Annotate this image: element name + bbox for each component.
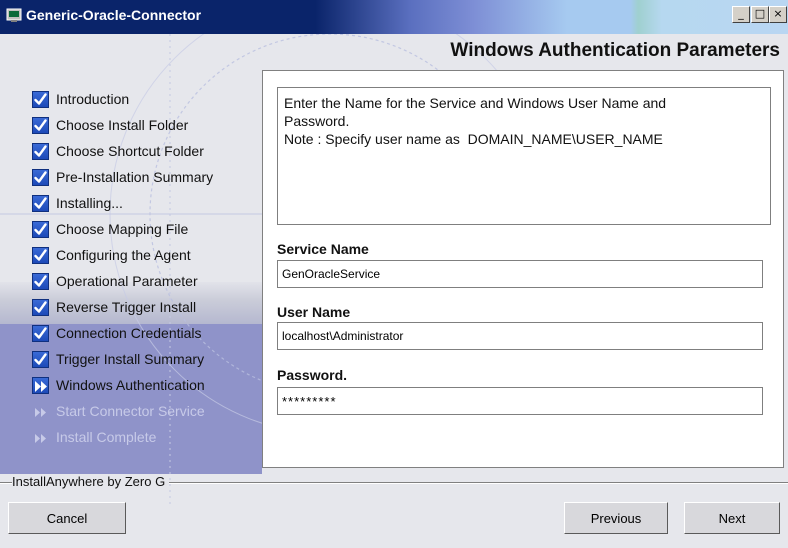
step-label: Configuring the Agent xyxy=(56,247,191,263)
checkmark-icon xyxy=(32,246,49,264)
window-title: Generic-Oracle-Connector xyxy=(26,7,202,23)
page-title: Windows Authentication Parameters xyxy=(450,40,780,61)
step-item: Trigger Install Summary xyxy=(32,346,213,372)
checkmark-icon xyxy=(32,324,49,342)
step-item: Choose Install Folder xyxy=(32,112,213,138)
password-label: Password. xyxy=(277,367,348,383)
step-label: Trigger Install Summary xyxy=(56,351,205,367)
checkmark-icon xyxy=(32,168,49,186)
close-icon: × xyxy=(773,7,783,20)
step-item: Reverse Trigger Install xyxy=(32,294,213,320)
password-input[interactable] xyxy=(277,387,763,415)
user-name-input[interactable] xyxy=(277,322,763,350)
service-name-label: Service Name xyxy=(277,241,369,257)
close-button[interactable]: × xyxy=(769,6,787,23)
title-bar: Generic-Oracle-Connector _ □ × xyxy=(0,0,788,34)
service-name-input[interactable] xyxy=(277,260,763,288)
step-label: Operational Parameter xyxy=(56,273,198,289)
checkmark-icon xyxy=(32,116,49,134)
fast-forward-icon xyxy=(32,429,49,446)
previous-button[interactable]: Previous xyxy=(564,502,668,534)
fast-forward-icon xyxy=(32,403,49,420)
cancel-button[interactable]: Cancel xyxy=(8,502,126,534)
step-label: Choose Install Folder xyxy=(56,117,189,133)
content-panel: Enter the Name for the Service and Windo… xyxy=(262,70,784,468)
step-label: Pre-Installation Summary xyxy=(56,169,214,185)
maximize-button[interactable]: □ xyxy=(751,6,769,23)
checkmark-icon xyxy=(32,142,49,160)
step-item: Choose Mapping File xyxy=(32,216,213,242)
minimize-button[interactable]: _ xyxy=(732,6,750,23)
step-item: Configuring the Agent xyxy=(32,242,213,268)
instructions-box: Enter the Name for the Service and Windo… xyxy=(277,87,771,225)
instructions-line: Password. xyxy=(284,113,350,129)
step-label: Windows Authentication xyxy=(56,377,205,393)
step-label: Start Connector Service xyxy=(56,403,205,419)
user-name-label: User Name xyxy=(277,304,351,320)
checkmark-icon xyxy=(32,220,49,238)
install-steps-list: Introduction Choose Install Folder Choose … xyxy=(32,86,213,450)
app-icon xyxy=(6,8,22,22)
step-item: Installing... xyxy=(32,190,213,216)
checkmark-icon xyxy=(32,272,49,290)
step-label: Install Complete xyxy=(56,429,157,445)
instructions-line: Note : Specify user name as DOMAIN_NAME\… xyxy=(284,131,663,147)
step-item: Choose Shortcut Folder xyxy=(32,138,213,164)
step-item: Install Complete xyxy=(32,424,213,450)
step-label: Reverse Trigger Install xyxy=(56,299,197,315)
checkmark-icon xyxy=(32,350,49,368)
step-label: Introduction xyxy=(56,91,130,107)
checkmark-icon xyxy=(32,194,49,212)
next-button[interactable]: Next xyxy=(684,502,780,534)
step-item: Connection Credentials xyxy=(32,320,213,346)
instructions-line: Enter the Name for the Service and Windo… xyxy=(284,95,667,111)
step-item: Start Connector Service xyxy=(32,398,213,424)
step-item: Introduction xyxy=(32,86,213,112)
checkmark-icon xyxy=(32,298,49,316)
minimize-icon: _ xyxy=(738,7,744,20)
maximize-icon: □ xyxy=(754,7,766,20)
step-item: Pre-Installation Summary xyxy=(32,164,213,190)
brand-label: InstallAnywhere by Zero G xyxy=(12,474,170,489)
step-item: Operational Parameter xyxy=(32,268,213,294)
step-label: Installing... xyxy=(56,195,123,211)
step-label: Choose Shortcut Folder xyxy=(56,143,204,159)
checkmark-icon xyxy=(32,90,49,108)
fast-forward-icon xyxy=(32,376,49,394)
step-item: Windows Authentication xyxy=(32,372,213,398)
step-label: Choose Mapping File xyxy=(56,221,189,237)
step-label: Connection Credentials xyxy=(56,325,202,341)
